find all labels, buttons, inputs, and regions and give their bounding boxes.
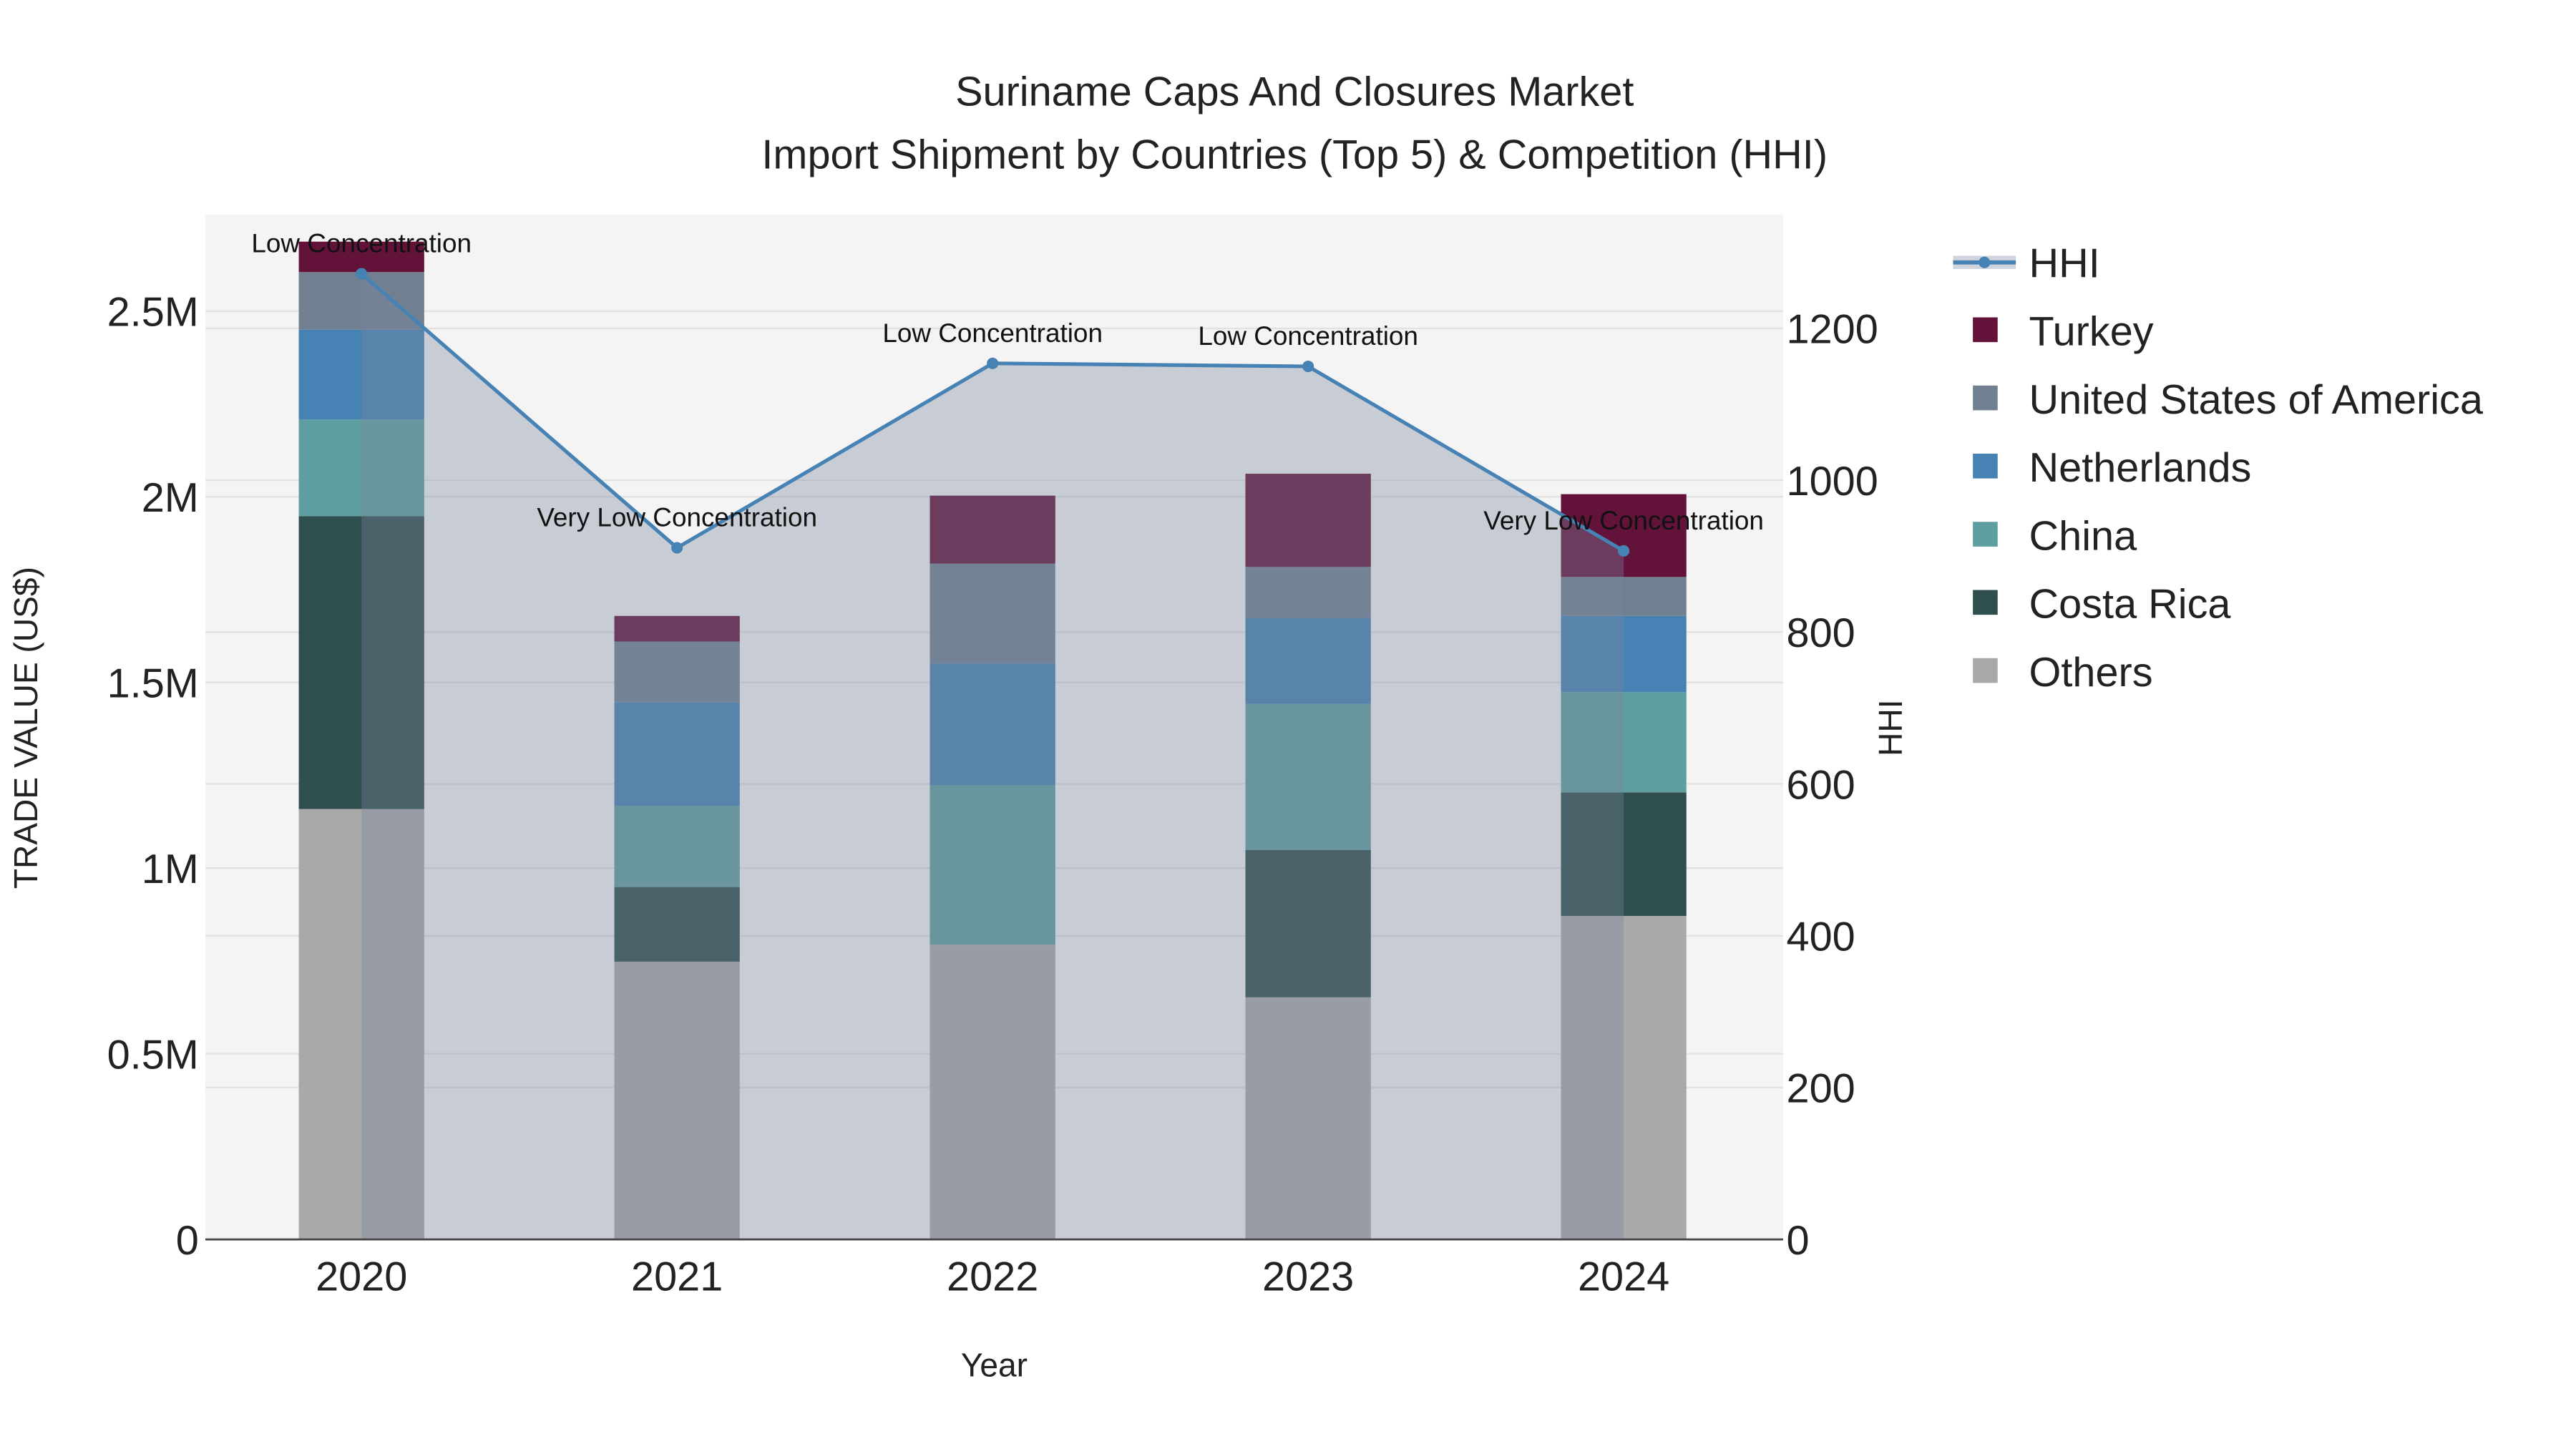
legend-label: Costa Rica <box>2029 582 2232 628</box>
y-tick-label: 0.5M <box>107 1032 199 1078</box>
y2-tick-label: 600 <box>1787 762 1855 808</box>
chart-title: Suriname Caps And Closures Market <box>955 69 1634 115</box>
legend-label: Others <box>2029 650 2153 696</box>
hhi-annotation: Low Concentration <box>1198 321 1418 351</box>
y-tick-label: 1M <box>142 847 199 892</box>
legend-label: United States of America <box>2029 377 2484 423</box>
hhi-annotation: Very Low Concentration <box>1483 506 1764 535</box>
x-tick-label: 2024 <box>1578 1254 1669 1300</box>
y2-tick-label: 400 <box>1787 914 1855 960</box>
legend-label: China <box>2029 513 2138 559</box>
x-tick-label: 2021 <box>631 1254 723 1300</box>
legend-swatch <box>1973 385 1998 411</box>
hhi-point-2023[interactable] <box>1302 360 1314 373</box>
y2-axis-title: HHI <box>1872 699 1909 756</box>
legend-label: Turkey <box>2029 309 2154 355</box>
y2-tick-label: 1000 <box>1787 459 1878 504</box>
hhi-point-2022[interactable] <box>987 357 999 369</box>
hhi-point-2024[interactable] <box>1618 545 1630 557</box>
legend-item-turkey[interactable]: Turkey <box>1973 309 2154 355</box>
hhi-annotation: Low Concentration <box>882 318 1103 348</box>
y2-tick-label: 1200 <box>1787 307 1878 353</box>
legend-swatch-marker <box>1979 256 1991 268</box>
x-tick-label: 2022 <box>947 1254 1038 1300</box>
legend-label: HHI <box>2029 240 2100 286</box>
x-axis-title: Year <box>961 1347 1028 1384</box>
y2-tick-label: 0 <box>1787 1218 1810 1264</box>
legend-label: Netherlands <box>2029 445 2252 491</box>
hhi-point-2021[interactable] <box>671 542 683 554</box>
y-tick-label: 1.5M <box>107 660 199 706</box>
legend-swatch <box>1973 317 1998 343</box>
legend: HHI Turkey United States of America Netherl… <box>1953 240 2484 696</box>
legend-swatch <box>1973 590 1998 615</box>
legend-swatch <box>1973 454 1998 479</box>
legend-item-netherlands[interactable]: Netherlands <box>1973 445 2251 491</box>
hhi-point-2020[interactable] <box>356 268 368 280</box>
hhi-annotation: Very Low Concentration <box>537 503 817 532</box>
y-tick-label: 2M <box>142 475 199 521</box>
y2-tick-label: 800 <box>1787 610 1855 656</box>
legend-item-others[interactable]: Others <box>1973 650 2153 696</box>
chart: Low Concentration Very Low Concentration L… <box>7 69 2484 1384</box>
legend-swatch <box>1973 522 1998 547</box>
legend-swatch <box>1973 658 1998 683</box>
chart-subtitle: Import Shipment by Countries (Top 5) & C… <box>761 132 1828 177</box>
x-tick-label: 2020 <box>316 1254 407 1300</box>
y-tick-label: 0 <box>176 1218 199 1264</box>
y-axis-title: TRADE VALUE (US$) <box>7 567 44 889</box>
legend-item-costa-rica[interactable]: Costa Rica <box>1973 582 2231 628</box>
y2-tick-label: 200 <box>1787 1066 1855 1112</box>
x-tick-label: 2023 <box>1262 1254 1354 1300</box>
y-tick-label: 2.5M <box>107 290 199 336</box>
legend-item-china[interactable]: China <box>1973 513 2137 559</box>
hhi-annotation: Low Concentration <box>251 229 472 258</box>
legend-item-united-states-of-america[interactable]: United States of America <box>1973 377 2484 423</box>
legend-item-hhi[interactable]: HHI <box>1953 240 2100 286</box>
